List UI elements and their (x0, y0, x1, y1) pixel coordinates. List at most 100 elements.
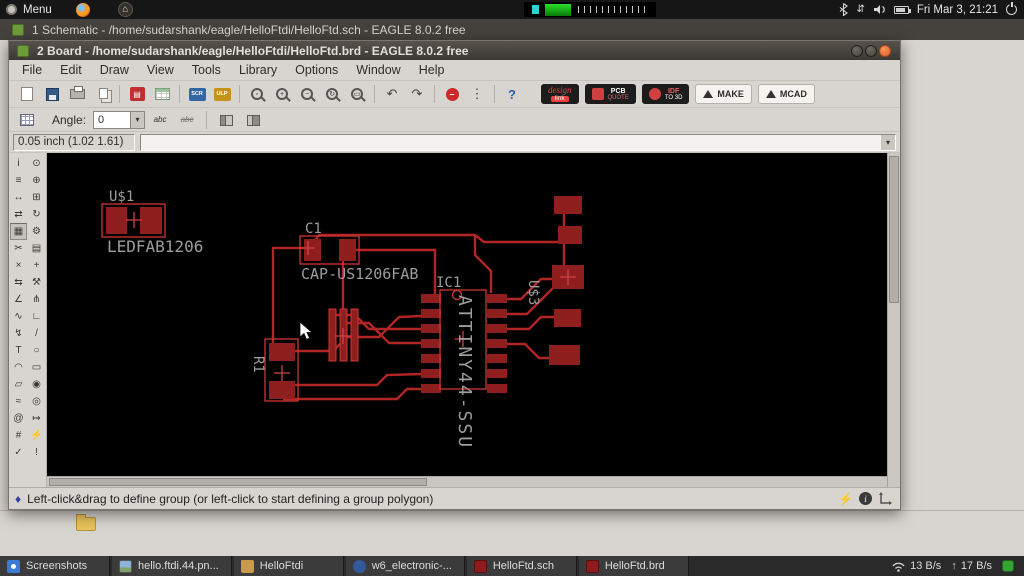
power-icon[interactable] (1006, 4, 1017, 15)
tool-display[interactable]: ≡ (10, 172, 27, 189)
close-button[interactable] (879, 45, 891, 57)
tool-split[interactable]: ⋔ (28, 291, 45, 308)
tool-copy[interactable]: ⊞ (28, 189, 45, 206)
menu-options[interactable]: Options (286, 60, 347, 80)
tray-status-icon[interactable] (1002, 560, 1014, 572)
help-button[interactable]: ? (500, 83, 524, 105)
tool-ratsnest[interactable]: # (10, 427, 27, 444)
horizontal-scrollbar[interactable] (47, 476, 887, 487)
network-up-indicator[interactable]: ↑ 17 B/s (951, 560, 992, 572)
tool-paste[interactable]: ▤ (28, 240, 45, 257)
menu-view[interactable]: View (138, 60, 183, 80)
vertical-scrollbar-thumb[interactable] (889, 156, 899, 303)
zoom-select-button[interactable]: ▭ (345, 83, 369, 105)
taskbar-item-1[interactable]: Screenshots (0, 556, 110, 576)
taskbar-item-6[interactable]: HelloFtd.brd (579, 556, 689, 576)
tool-polygon[interactable]: ▱ (10, 376, 27, 393)
component-r1[interactable]: R1 (250, 339, 298, 401)
cam-processor-button[interactable]: ▤ (125, 83, 149, 105)
tool-miter[interactable]: ∠ (10, 291, 27, 308)
network-down-indicator[interactable]: 13 B/s (891, 560, 941, 572)
more-options-button[interactable]: ⋮ (465, 83, 489, 105)
firefox-icon[interactable] (76, 3, 90, 17)
menu-file[interactable]: File (13, 60, 51, 80)
command-input[interactable] (140, 134, 896, 151)
vertical-scrollbar[interactable] (887, 153, 900, 487)
stop-button[interactable]: – (440, 83, 464, 105)
minimize-button[interactable] (851, 45, 863, 57)
taskbar-item-2[interactable]: hello.ftdi.44.pn... (112, 556, 232, 576)
open-file-button[interactable] (15, 83, 39, 105)
design-link-button[interactable]: design link (541, 84, 579, 104)
component-c1[interactable]: C1 CAP-US1206FAB (300, 221, 418, 283)
component-ic1[interactable]: IC1 ATTINY44-SSU (421, 275, 507, 449)
volume-icon[interactable] (873, 4, 886, 15)
mcad-button[interactable]: MCAD (758, 84, 815, 104)
param-abc-button-1[interactable]: abc (148, 109, 172, 131)
make-button[interactable]: MAKE (695, 84, 752, 104)
tool-errors[interactable]: ! (28, 444, 45, 461)
tool-rect[interactable]: ▭ (28, 359, 45, 376)
tool-route[interactable]: ∟ (28, 308, 45, 325)
pcb-quote-button[interactable]: PCB QUOTE (585, 84, 636, 104)
redo-button[interactable]: ↷ (405, 83, 429, 105)
tool-add[interactable]: + (28, 257, 45, 274)
tool-attribute[interactable]: @ (10, 410, 27, 427)
component-u1[interactable]: U$1 LEDFAB1206 (102, 189, 203, 256)
tool-wire[interactable]: / (28, 325, 45, 342)
tool-cut[interactable]: ✂ (10, 240, 27, 257)
display-toggle-button-2[interactable] (241, 109, 265, 131)
menu-library[interactable]: Library (230, 60, 286, 80)
tool-arc[interactable]: ◠ (10, 359, 27, 376)
tool-circle[interactable]: ○ (28, 342, 45, 359)
tool-mirror[interactable]: ⇄ (10, 206, 27, 223)
axes-icon[interactable] (878, 492, 892, 506)
updown-indicator-icon[interactable]: ⇵ (856, 4, 864, 15)
tool-autorouter[interactable]: ⚡ (28, 427, 45, 444)
command-dropdown-icon[interactable]: ▾ (881, 135, 895, 150)
zoom-redraw-button[interactable]: ↻ (320, 83, 344, 105)
grid-button[interactable] (15, 109, 39, 131)
menu-help[interactable]: Help (410, 60, 454, 80)
board-window-titlebar[interactable]: 2 Board - /home/sudarshank/eagle/HelloFt… (9, 41, 900, 60)
tool-text[interactable]: T (10, 342, 27, 359)
save-button[interactable] (40, 83, 64, 105)
tool-signal[interactable]: ≈ (10, 393, 27, 410)
copy-button[interactable] (90, 83, 114, 105)
tool-smash[interactable]: ⚒ (28, 274, 45, 291)
battery-icon[interactable] (894, 6, 909, 14)
board-canvas[interactable]: U$1 LEDFAB1206 C1 CAP-US1206FAB (47, 153, 887, 476)
component-u3[interactable]: U$3 (525, 196, 584, 365)
idf-to-3d-button[interactable]: IDF TO 3D (642, 84, 690, 104)
zoom-fit-button[interactable]: ▫ (245, 83, 269, 105)
tool-optimize[interactable]: ∿ (10, 308, 27, 325)
schematic-window-titlebar[interactable]: 1 Schematic - /home/sudarshank/eagle/Hel… (0, 19, 1024, 40)
drc-errors-icon[interactable]: ⚡ (838, 492, 853, 506)
home-icon[interactable]: ⌂ (118, 2, 133, 17)
tool-hole[interactable]: ◎ (28, 393, 45, 410)
run-script-button[interactable]: SCR (185, 83, 209, 105)
tool-drc[interactable]: ✓ (10, 444, 27, 461)
tool-info[interactable]: i (10, 155, 27, 172)
taskbar-item-5[interactable]: HelloFtd.sch (467, 556, 577, 576)
tool-show[interactable]: ⊙ (28, 155, 45, 172)
maximize-button[interactable] (865, 45, 877, 57)
info-circle-icon[interactable]: i (859, 492, 872, 505)
system-menu-button[interactable]: Menu (0, 0, 58, 19)
zoom-out-button[interactable]: − (295, 83, 319, 105)
taskbar-item-3[interactable]: HelloFtdi (234, 556, 344, 576)
taskbar-item-4[interactable]: w6_electronic-... (346, 556, 465, 576)
param-abc-button-2[interactable]: abc (175, 109, 199, 131)
tool-mark[interactable]: ⊕ (28, 172, 45, 189)
run-ulp-button[interactable]: ULP (210, 83, 234, 105)
tool-pinswap[interactable]: ⇆ (10, 274, 27, 291)
assembly-variants-button[interactable] (150, 83, 174, 105)
print-button[interactable] (65, 83, 89, 105)
menu-window[interactable]: Window (347, 60, 409, 80)
tool-ripup[interactable]: ↯ (10, 325, 27, 342)
menu-draw[interactable]: Draw (91, 60, 138, 80)
tool-dimension[interactable]: ↦ (28, 410, 45, 427)
undo-button[interactable]: ↶ (380, 83, 404, 105)
tool-change[interactable]: ⚙ (28, 223, 45, 240)
menu-edit[interactable]: Edit (51, 60, 91, 80)
